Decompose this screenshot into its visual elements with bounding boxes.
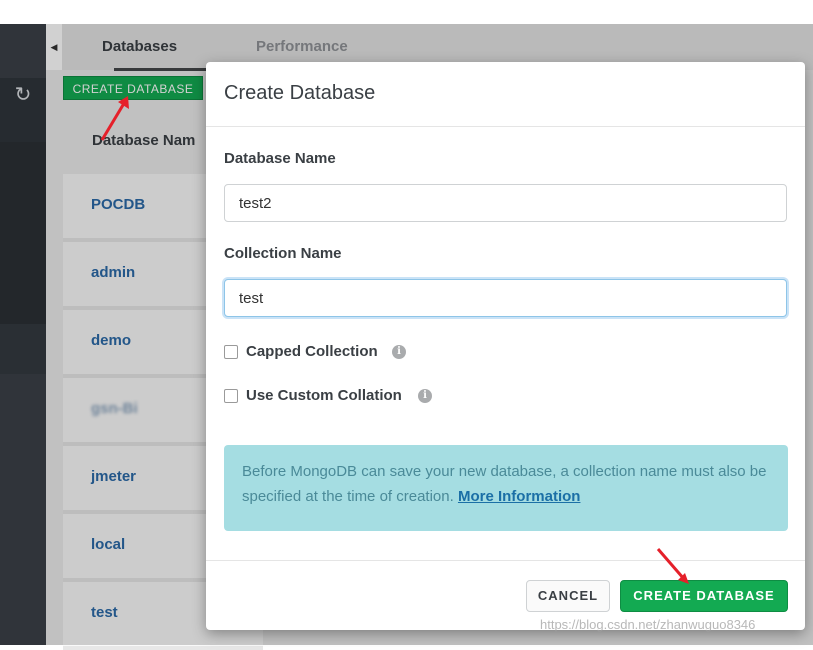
annotation-arrow-icon — [100, 96, 129, 141]
create-database-submit-button[interactable]: CREATE DATABASE — [620, 580, 788, 612]
custom-collation-option[interactable]: Use Custom Collation i — [224, 387, 444, 407]
watermark: https://blog.csdn.net/zhanwuguo8346 — [540, 617, 756, 632]
info-icon[interactable]: i — [392, 345, 406, 359]
divider — [206, 126, 805, 127]
dialog-title: Create Database — [224, 82, 376, 104]
create-database-dialog: Create Database Database Name Collection… — [206, 62, 805, 630]
capped-collection-checkbox[interactable] — [224, 345, 238, 359]
more-information-link[interactable]: More Information — [458, 488, 581, 505]
database-name-input[interactable] — [224, 184, 787, 222]
custom-collation-checkbox[interactable] — [224, 389, 238, 403]
database-name-label: Database Name — [224, 150, 336, 167]
capped-collection-label[interactable]: Capped Collection — [246, 343, 378, 360]
annotation-arrow-icon — [656, 548, 689, 584]
collection-name-label: Collection Name — [224, 245, 342, 262]
capped-collection-option[interactable]: Capped Collection i — [224, 343, 424, 363]
collection-name-input[interactable] — [224, 279, 787, 317]
info-icon[interactable]: i — [418, 389, 432, 403]
divider — [206, 560, 805, 561]
cancel-button[interactable]: CANCEL — [526, 580, 610, 612]
custom-collation-label[interactable]: Use Custom Collation — [246, 387, 402, 404]
top-strip — [0, 0, 813, 24]
info-banner: Before MongoDB can save your new databas… — [224, 445, 788, 531]
